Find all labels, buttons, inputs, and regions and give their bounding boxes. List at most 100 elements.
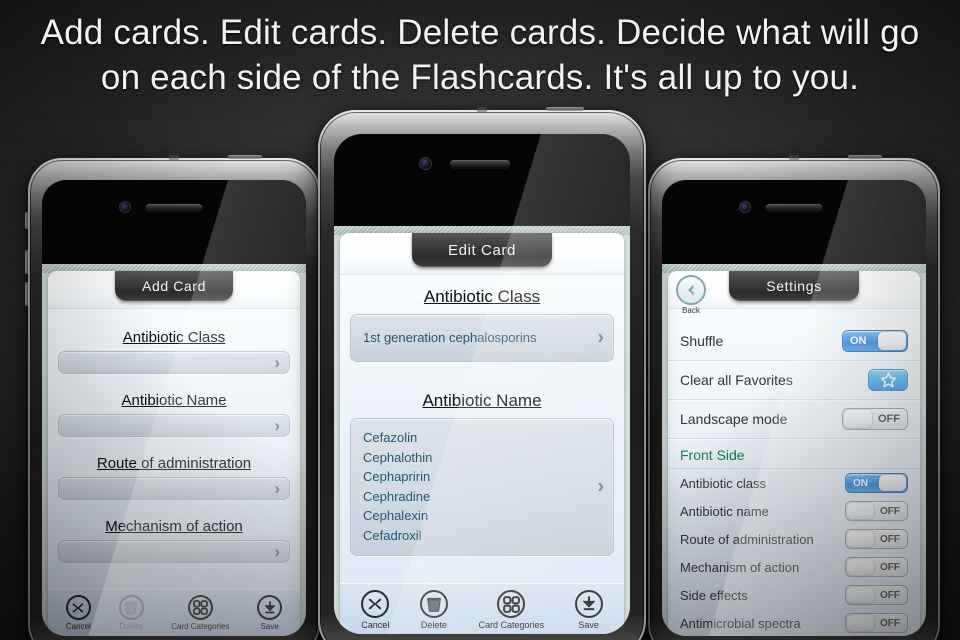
toggle-knob — [847, 587, 874, 603]
toggle-antimicrobial-spectra[interactable]: OFF — [845, 613, 908, 633]
chevron-right-icon: › — [597, 475, 604, 498]
field-group-antibiotic-class: Antibiotic Class 1st generation cephalos… — [350, 287, 614, 362]
toggle-shuffle[interactable]: ON — [842, 330, 908, 352]
toggle-landscape-mode[interactable]: OFF — [842, 408, 908, 430]
title-bar: Settings Back — [668, 271, 920, 315]
clear-favorites-star-button[interactable] — [868, 369, 908, 391]
back-button-label: Back — [682, 306, 700, 315]
list-item: Cephradine — [363, 488, 431, 504]
chevron-right-icon: › — [597, 326, 604, 349]
toolbar-label: Delete — [420, 620, 447, 630]
field-label: Antibiotic Name — [422, 391, 542, 410]
settings-row-label: Antibiotic name — [680, 503, 769, 519]
toolbar-button-delete[interactable]: Delete — [118, 595, 144, 631]
toolbar-button-save[interactable]: Save — [257, 595, 283, 631]
list-item: Cefazolin — [363, 430, 418, 445]
field-input-route-of-administration[interactable]: › — [58, 477, 290, 500]
settings-row-label: Antimicrobial spectra — [680, 615, 801, 631]
grid-glyph — [192, 600, 208, 615]
toggle-antibiotic-name[interactable]: OFF — [845, 501, 908, 521]
field-group-antibiotic-name: Antibiotic Name › — [58, 392, 290, 437]
toggle-knob — [847, 503, 874, 519]
toolbar-button-card-categories[interactable]: Card Categories — [478, 590, 545, 630]
screen-title-tab: Edit Card — [412, 233, 552, 267]
settings-row-antibiotic-class[interactable]: Antibiotic class ON — [668, 469, 920, 497]
toolbar-button-save[interactable]: Save — [574, 590, 603, 630]
field-input-mechanism-of-action[interactable]: › — [58, 540, 290, 563]
screen-title-tab: Settings — [729, 271, 859, 301]
field-group-antibiotic-class: Antibiotic Class › — [58, 329, 290, 374]
toolbar-button-card-categories[interactable]: Card Categories — [171, 595, 229, 631]
settings-row-side-effects[interactable]: Side effects OFF — [668, 581, 920, 609]
trash-icon — [419, 590, 448, 618]
toggle-antibiotic-class[interactable]: ON — [845, 473, 908, 493]
field-label: Mechanism of action — [105, 518, 243, 535]
toolbar-button-cancel[interactable]: Cancel — [65, 595, 91, 631]
trash-icon — [118, 595, 144, 620]
settings-row-clear-all-favorites[interactable]: Clear all Favorites — [668, 361, 920, 400]
front-camera-icon — [420, 158, 431, 169]
x-glyph — [72, 602, 84, 613]
x-glyph — [368, 598, 382, 610]
settings-general-group: Shuffle ON Clear all Favorites Landscape… — [668, 322, 920, 636]
toolbar-button-cancel[interactable]: Cancel — [361, 590, 389, 630]
toggle-knob — [847, 615, 874, 631]
toolbar-button-delete[interactable]: Delete — [419, 590, 448, 630]
toolbar-label: Card Categories — [171, 622, 230, 631]
power-button[interactable] — [848, 155, 882, 159]
toggle-route-of-administration[interactable]: OFF — [845, 529, 908, 549]
power-button[interactable] — [546, 107, 584, 111]
star-icon — [880, 372, 896, 388]
app-screen-right: Settings Back Shuffle ON Clear all Favor… — [662, 264, 926, 636]
settings-row-landscape-mode[interactable]: Landscape mode OFF — [668, 400, 920, 439]
settings-row-label: Clear all Favorites — [680, 372, 793, 388]
field-label: Antibiotic Class — [423, 287, 541, 306]
toggle-mechanism-of-action[interactable]: OFF — [845, 557, 908, 577]
antenna-slit — [789, 155, 799, 160]
settings-row-antimicrobial-spectra[interactable]: Antimicrobial spectra OFF — [668, 609, 920, 636]
chevron-right-icon: › — [274, 415, 280, 435]
front-camera-icon — [120, 202, 130, 212]
field-group-antibiotic-name: Antibiotic Name Cefazolin Cephalothin Ce… — [350, 391, 614, 556]
grid-four-dots-icon — [187, 595, 213, 620]
bottom-toolbar: Cancel Delete Card Categories Save — [48, 589, 300, 636]
section-header-front-side: Front Side — [668, 439, 920, 469]
download-glyph — [263, 600, 276, 613]
toolbar-label: Cancel — [65, 622, 91, 631]
settings-row-mechanism-of-action[interactable]: Mechanism of action OFF — [668, 553, 920, 581]
toolbar-label: Cancel — [361, 620, 390, 630]
settings-row-shuffle[interactable]: Shuffle ON — [668, 322, 920, 361]
toolbar-label: Save — [578, 620, 599, 630]
field-input-antibiotic-class[interactable]: › — [58, 351, 290, 374]
app-screen-left: Add Card Antibiotic Class › Antibiotic N… — [42, 264, 306, 636]
settings-row-route-of-administration[interactable]: Route of administration OFF — [668, 525, 920, 553]
screen-title-label: Settings — [766, 278, 822, 294]
field-input-antibiotic-name[interactable]: › — [58, 414, 290, 437]
headline-line-1: Add cards. Edit cards. Delete cards. Dec… — [40, 13, 920, 52]
chevron-left-icon — [688, 284, 694, 296]
settings-row-label: Side effects — [680, 587, 748, 603]
settings-panel: Settings Back Shuffle ON Clear all Favor… — [668, 271, 920, 636]
list-item: Cephapririn — [363, 469, 431, 484]
antenna-slit — [477, 107, 487, 112]
volume-up-button[interactable] — [25, 250, 29, 274]
toolbar-label: Card Categories — [478, 620, 545, 630]
back-button[interactable] — [676, 275, 706, 305]
field-input-antibiotic-name[interactable]: Cefazolin Cephalothin Cephapririn Cephra… — [350, 418, 614, 556]
field-group-mechanism-of-action: Mechanism of action › — [58, 518, 290, 563]
app-screen-center: Edit Card Antibiotic Class 1st generatio… — [334, 226, 630, 634]
settings-row-label: Shuffle — [680, 333, 724, 349]
chevron-right-icon: › — [274, 352, 280, 372]
power-button[interactable] — [228, 155, 262, 159]
close-x-icon — [65, 595, 91, 620]
toggle-side-effects[interactable]: OFF — [845, 585, 908, 605]
toggle-knob — [847, 559, 874, 575]
chevron-right-icon: › — [274, 478, 280, 498]
close-x-icon — [361, 590, 390, 618]
settings-row-antibiotic-name[interactable]: Antibiotic name OFF — [668, 497, 920, 525]
antenna-slit — [169, 155, 179, 160]
mute-switch[interactable] — [25, 212, 29, 229]
title-bar: Edit Card — [340, 233, 624, 275]
field-input-antibiotic-class[interactable]: 1st generation cephalosporins › — [350, 314, 614, 362]
volume-down-button[interactable] — [25, 282, 29, 306]
